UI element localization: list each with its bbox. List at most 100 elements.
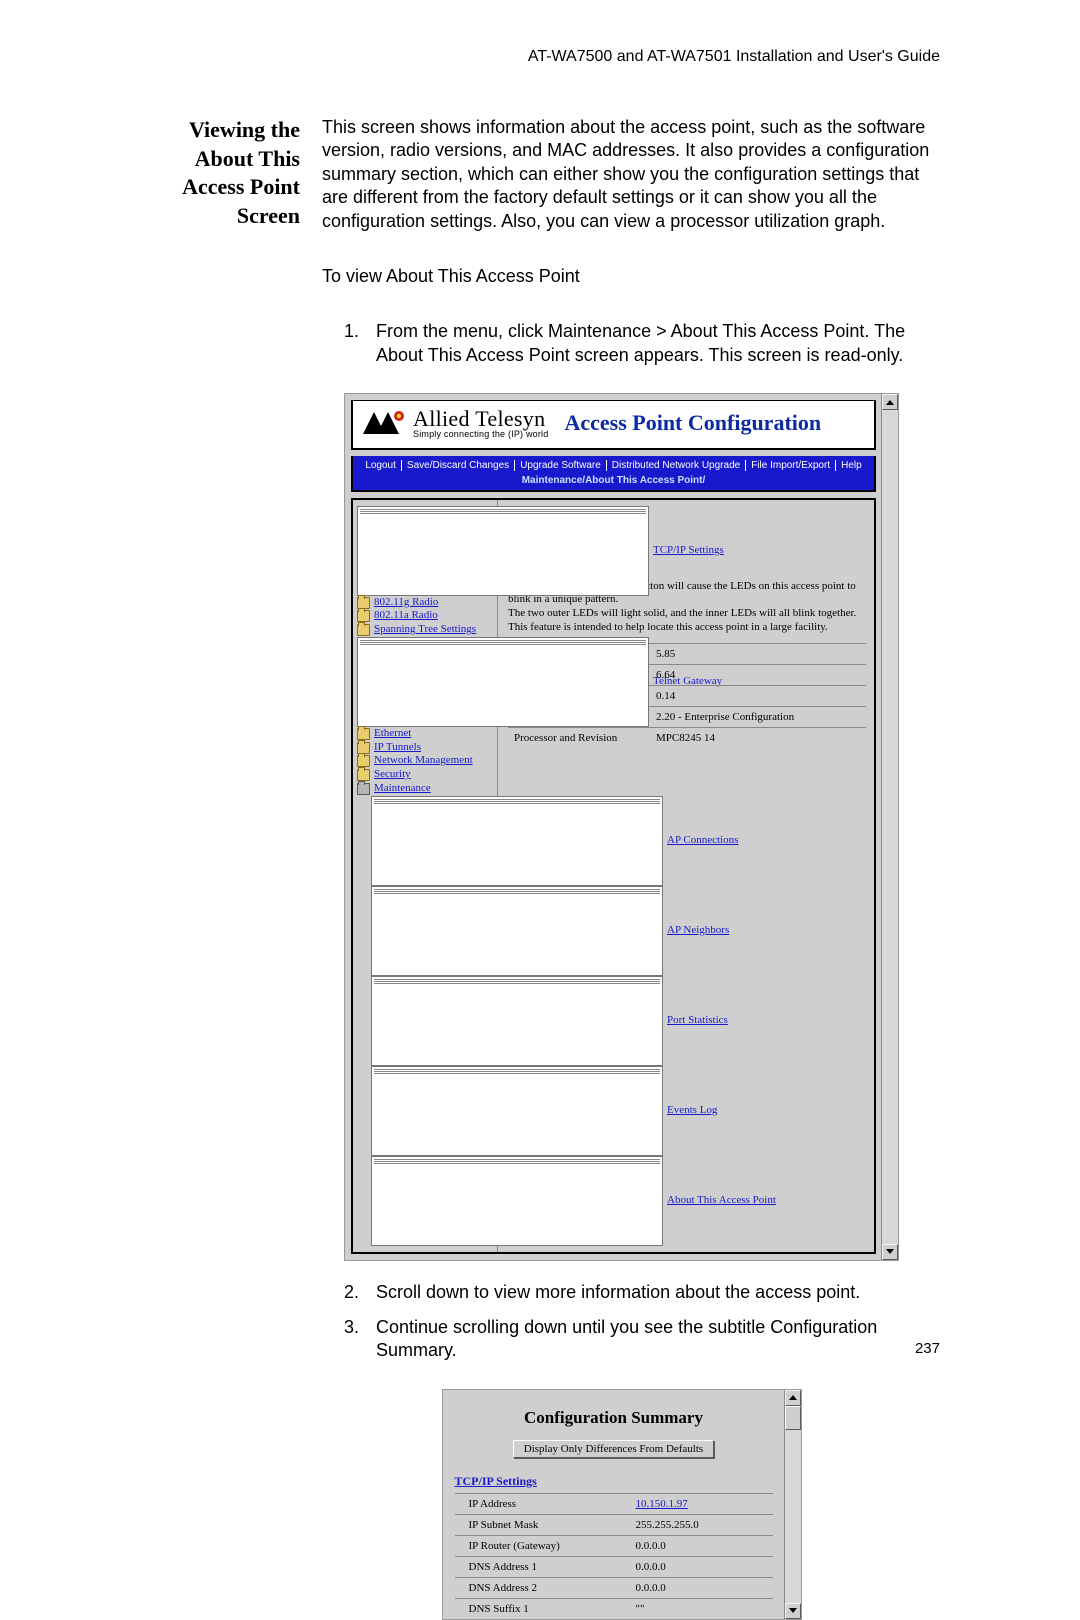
cell-val: 255.255.255.0 [630, 1514, 773, 1535]
step-3: 3. Continue scrolling down until you see… [344, 1316, 940, 1363]
intro-paragraph: This screen shows information about the … [322, 116, 940, 233]
step-2: 2. Scroll down to view more information … [344, 1281, 940, 1304]
scrollbar[interactable] [881, 394, 898, 1260]
nav-telnet[interactable]: Telnet Gateway [357, 637, 493, 727]
cell-key: Processor and Revision [508, 727, 650, 748]
brand-bar: Allied Telesyn Simply connecting the (IP… [351, 400, 876, 450]
config-summary-title: Configuration Summary [455, 1408, 773, 1428]
table-row: Processor and RevisionMPC8245 14 [508, 727, 866, 748]
nav-events[interactable]: Events Log [357, 1066, 493, 1156]
running-head: AT-WA7500 and AT-WA7501 Installation and… [150, 48, 940, 66]
page-icon [371, 796, 663, 886]
nav-80211a[interactable]: 802.11a Radio [357, 609, 493, 623]
page: AT-WA7500 and AT-WA7501 Installation and… [0, 0, 1080, 1397]
nav-port-stats[interactable]: Port Statistics [357, 976, 493, 1066]
top-nav-links: Logout Save/Discard Changes Upgrade Soft… [353, 456, 874, 473]
logo-icon [363, 410, 407, 436]
to-view-subhead: To view About This Access Point [322, 265, 940, 288]
brand-logo: Allied Telesyn Simply connecting the (IP… [363, 407, 548, 440]
about-screenshot: Allied Telesyn Simply connecting the (IP… [344, 393, 899, 1261]
cell-key: DNS Suffix 1 [455, 1598, 630, 1619]
scrollbar[interactable] [784, 1390, 801, 1619]
config-area: TCP/IP Settings 802.11g Radio 802.11a Ra… [351, 498, 876, 1254]
step-1-num: 1. [344, 320, 366, 367]
table-row: DNS Suffix 1"" [455, 1598, 773, 1619]
cell-val: "" [630, 1598, 773, 1619]
cell-val: 0.0.0.0 [630, 1535, 773, 1556]
table-row: DNS Address 10.0.0.0 [455, 1556, 773, 1577]
brand-tagline: Simply connecting the (IP) world [413, 430, 548, 439]
nav-maintenance[interactable]: Maintenance [357, 782, 493, 796]
breadcrumb: Maintenance/About This Access Point/ [353, 473, 874, 490]
tcpip-section-link[interactable]: TCP/IP Settings [455, 1474, 773, 1489]
top-link-help[interactable]: Help [836, 460, 867, 471]
page-icon [371, 976, 663, 1066]
cell-val: 0.14 [650, 685, 866, 706]
display-diff-button[interactable]: Display Only Differences From Defaults [513, 1440, 714, 1458]
nav-about[interactable]: About This Access Point [357, 1156, 493, 1246]
nav-netmgmt[interactable]: Network Management [357, 754, 493, 768]
page-number: 237 [915, 1340, 940, 1357]
scroll-down-icon[interactable] [785, 1603, 801, 1619]
cell-key: DNS Address 2 [455, 1577, 630, 1598]
step-3-num: 3. [344, 1316, 366, 1363]
table-row: IP Address10.150.1.97 [455, 1493, 773, 1514]
nav-tree: TCP/IP Settings 802.11g Radio 802.11a Ra… [353, 500, 498, 1252]
cell-val-link[interactable]: 10.150.1.97 [630, 1493, 773, 1514]
step-3-text: Continue scrolling down until you see th… [376, 1316, 940, 1363]
cell-key: IP Address [455, 1493, 630, 1514]
nav-iptunnels[interactable]: IP Tunnels [357, 741, 493, 755]
step-1-text: From the menu, click Maintenance > About… [376, 320, 940, 367]
step-2-num: 2. [344, 1281, 366, 1304]
heading-and-intro: Viewing the About This Access Point Scre… [150, 116, 940, 251]
nav-ap-neigh[interactable]: AP Neighbors [357, 886, 493, 976]
config-summary-screenshot: Configuration Summary Display Only Diffe… [442, 1389, 802, 1620]
top-link-dist-upgrade[interactable]: Distributed Network Upgrade [607, 460, 746, 471]
page-icon [357, 506, 649, 596]
folder-icon [357, 742, 370, 754]
scroll-track[interactable] [785, 1406, 801, 1603]
folder-icon [357, 610, 370, 622]
top-nav-band: Logout Save/Discard Changes Upgrade Soft… [351, 456, 876, 492]
scroll-down-icon[interactable] [882, 1244, 898, 1260]
cell-val: 0.0.0.0 [630, 1556, 773, 1577]
cell-val: 0.0.0.0 [630, 1577, 773, 1598]
cell-key: IP Subnet Mask [455, 1514, 630, 1535]
step-1: 1. From the menu, click Maintenance > Ab… [344, 320, 940, 367]
nav-spanning[interactable]: Spanning Tree Settings [357, 623, 493, 637]
nav-security[interactable]: Security [357, 768, 493, 782]
nav-ethernet[interactable]: Ethernet [357, 727, 493, 741]
top-link-logout[interactable]: Logout [360, 460, 402, 471]
desc-line-2: The two outer LEDs will light solid, and… [508, 607, 856, 619]
folder-icon [357, 728, 370, 740]
folder-icon [357, 755, 370, 767]
scroll-up-icon[interactable] [785, 1390, 801, 1406]
nav-80211g[interactable]: 802.11g Radio [357, 596, 493, 610]
table-row: DNS Address 20.0.0.0 [455, 1577, 773, 1598]
side-heading: Viewing the About This Access Point Scre… [150, 116, 300, 230]
cell-key: IP Router (Gateway) [455, 1535, 630, 1556]
page-icon [371, 1156, 663, 1246]
page-icon [357, 637, 649, 727]
folder-open-icon [357, 783, 370, 795]
brand-name: Allied Telesyn [413, 407, 548, 430]
folder-icon [357, 769, 370, 781]
table-row: IP Router (Gateway)0.0.0.0 [455, 1535, 773, 1556]
nav-tcpip[interactable]: TCP/IP Settings [357, 506, 493, 596]
scroll-up-icon[interactable] [882, 394, 898, 410]
page-icon [371, 886, 663, 976]
scroll-track[interactable] [882, 410, 898, 1244]
desc-line-3: This feature is intended to help locate … [508, 621, 828, 633]
cell-val: 2.20 - Enterprise Configuration [650, 706, 866, 727]
top-link-file-io[interactable]: File Import/Export [746, 460, 836, 471]
cell-val: 5.85 [650, 643, 866, 664]
cell-key: DNS Address 1 [455, 1556, 630, 1577]
cell-val: MPC8245 14 [650, 727, 866, 748]
top-link-upgrade[interactable]: Upgrade Software [515, 460, 607, 471]
page-icon [371, 1066, 663, 1156]
cell-val: 6.64 [650, 664, 866, 685]
folder-icon [357, 624, 370, 636]
table-row: IP Subnet Mask255.255.255.0 [455, 1514, 773, 1535]
nav-ap-conn[interactable]: AP Connections [357, 796, 493, 886]
top-link-save[interactable]: Save/Discard Changes [402, 460, 515, 471]
